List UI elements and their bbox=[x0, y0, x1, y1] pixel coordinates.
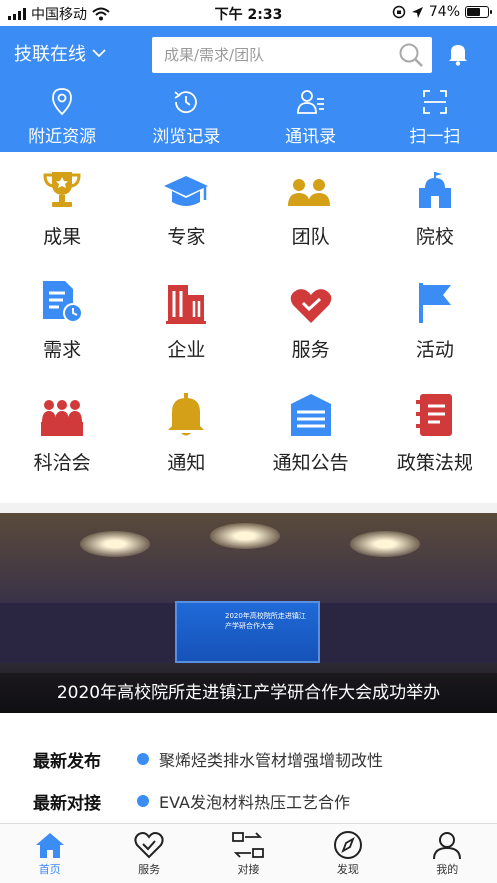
grid-item-achievements[interactable]: 成果 bbox=[0, 160, 124, 273]
search-icon[interactable] bbox=[398, 42, 424, 68]
news-key: 最新对接 bbox=[33, 793, 101, 814]
location-arrow-icon bbox=[411, 6, 423, 18]
meeting-icon bbox=[41, 400, 84, 436]
grid-item-announcements[interactable]: 通知公告 bbox=[249, 386, 373, 499]
grid-item-policies[interactable]: 政策法规 bbox=[373, 386, 497, 499]
grid-item-fair[interactable]: 科洽会 bbox=[0, 386, 124, 499]
section-divider bbox=[0, 503, 497, 513]
banner-stage-screen: 2020年高校院所走进镇江 产学研合作大会 bbox=[175, 601, 320, 663]
team-icon bbox=[287, 179, 330, 206]
grid-label: 科洽会 bbox=[33, 452, 91, 474]
chandelier-light bbox=[210, 523, 280, 549]
school-icon bbox=[418, 172, 451, 208]
location-icon bbox=[52, 88, 73, 116]
city-selector[interactable]: 技联在线 bbox=[14, 40, 106, 66]
banner-caption: 2020年高校院所走进镇江产学研合作大会成功举办 bbox=[0, 673, 497, 713]
grid-item-activities[interactable]: 活动 bbox=[373, 273, 497, 386]
tab-label: 发现 bbox=[336, 863, 359, 876]
news-item-latest-match[interactable]: 最新对接 EVA发泡材料热压工艺合作 bbox=[0, 780, 497, 822]
bullet-dot bbox=[137, 753, 149, 765]
heart-icon bbox=[290, 289, 331, 323]
grid-item-team[interactable]: 团队 bbox=[249, 160, 373, 273]
chandelier-light bbox=[80, 531, 150, 557]
grid-label: 需求 bbox=[43, 339, 82, 361]
contacts-icon bbox=[296, 90, 324, 114]
grid-item-enterprises[interactable]: 企业 bbox=[124, 273, 248, 386]
header: 技联在线 附近资源 浏览记录 通讯录 扫一扫 bbox=[0, 26, 497, 152]
graduation-cap-icon bbox=[164, 176, 209, 206]
banner-carousel[interactable]: 2020年高校院所走进镇江 产学研合作大会 2020年高校院所走进镇江产学研合作… bbox=[0, 513, 497, 713]
category-grid: 成果 专家 团队 院校 需求 企业 服务 活动 科洽会 通知 通知公告 政策法规 bbox=[0, 160, 497, 499]
quick-nearby[interactable]: 附近资源 bbox=[0, 86, 124, 147]
screen-title: 2020年高校院所走进镇江 bbox=[225, 612, 306, 620]
orientation-lock-icon bbox=[392, 5, 406, 19]
bell-icon bbox=[168, 393, 205, 436]
battery-icon bbox=[465, 6, 492, 18]
quick-contacts[interactable]: 通讯录 bbox=[249, 86, 373, 147]
history-icon bbox=[174, 91, 198, 114]
document-clock-icon bbox=[43, 281, 84, 323]
building-icon bbox=[166, 285, 207, 324]
quick-links: 附近资源 浏览记录 通讯录 扫一扫 bbox=[0, 86, 497, 147]
tab-mine[interactable]: 我的 bbox=[398, 824, 497, 883]
status-bar: 中国移动 下午 2:33 74% bbox=[0, 0, 497, 26]
news-value: 聚烯烃类排水管材增强增韧改性 bbox=[159, 751, 384, 770]
grid-label: 企业 bbox=[167, 339, 206, 361]
grid-label: 院校 bbox=[415, 226, 454, 248]
news-list: 最新发布 聚烯烃类排水管材增强增韧改性 最新对接 EVA发泡材料热压工艺合作 bbox=[0, 738, 497, 822]
screen-subtitle: 产学研合作大会 bbox=[225, 622, 274, 630]
tab-services[interactable]: 服务 bbox=[99, 824, 198, 883]
news-item-latest-release[interactable]: 最新发布 聚烯烃类排水管材增强增韧改性 bbox=[0, 738, 497, 780]
grid-label: 政策法规 bbox=[396, 452, 473, 474]
user-icon bbox=[433, 832, 462, 860]
chandelier-light bbox=[350, 531, 420, 557]
grid-label: 通知 bbox=[167, 452, 206, 474]
tab-match[interactable]: 对接 bbox=[199, 824, 298, 883]
grid-item-services[interactable]: 服务 bbox=[249, 273, 373, 386]
city-label: 技联在线 bbox=[14, 44, 86, 65]
quick-history-label: 浏览记录 bbox=[152, 127, 221, 147]
tab-label: 我的 bbox=[436, 863, 459, 876]
grid-label: 成果 bbox=[43, 226, 82, 248]
news-value: EVA发泡材料热压工艺合作 bbox=[159, 793, 350, 812]
quick-contacts-label: 通讯录 bbox=[285, 127, 337, 147]
exchange-icon bbox=[232, 832, 265, 858]
search-input[interactable] bbox=[152, 37, 392, 73]
home-icon bbox=[35, 833, 64, 858]
flag-icon bbox=[418, 283, 451, 323]
news-key: 最新发布 bbox=[33, 751, 101, 772]
notification-bell-icon[interactable] bbox=[447, 42, 469, 66]
grid-item-notice[interactable]: 通知 bbox=[124, 386, 248, 499]
grid-item-demands[interactable]: 需求 bbox=[0, 273, 124, 386]
grid-label: 活动 bbox=[415, 339, 454, 361]
grid-label: 通知公告 bbox=[272, 452, 349, 474]
quick-scan[interactable]: 扫一扫 bbox=[373, 86, 497, 147]
quick-scan-label: 扫一扫 bbox=[409, 127, 461, 147]
quick-nearby-label: 附近资源 bbox=[28, 127, 97, 147]
trophy-icon bbox=[43, 172, 81, 207]
grid-item-experts[interactable]: 专家 bbox=[124, 160, 248, 273]
quick-history[interactable]: 浏览记录 bbox=[124, 86, 248, 147]
tab-bar: 首页 服务 对接 发现 我的 bbox=[0, 823, 497, 883]
battery-percent: 74% bbox=[428, 4, 460, 20]
tab-discover[interactable]: 发现 bbox=[298, 824, 397, 883]
bullet-dot bbox=[137, 795, 149, 807]
search-box[interactable] bbox=[152, 37, 432, 73]
notice-board-icon bbox=[290, 394, 331, 436]
tab-label: 服务 bbox=[138, 863, 161, 876]
tab-home[interactable]: 首页 bbox=[0, 824, 99, 883]
grid-label: 专家 bbox=[167, 226, 206, 248]
tab-label: 对接 bbox=[237, 863, 260, 876]
heart-outline-icon bbox=[134, 832, 164, 859]
grid-label: 团队 bbox=[291, 226, 330, 248]
chevron-down-icon bbox=[92, 49, 106, 58]
grid-item-schools[interactable]: 院校 bbox=[373, 160, 497, 273]
tab-label: 首页 bbox=[38, 863, 61, 876]
scan-icon bbox=[422, 90, 447, 114]
book-icon bbox=[415, 394, 452, 436]
compass-icon bbox=[333, 831, 362, 859]
grid-label: 服务 bbox=[291, 339, 330, 361]
